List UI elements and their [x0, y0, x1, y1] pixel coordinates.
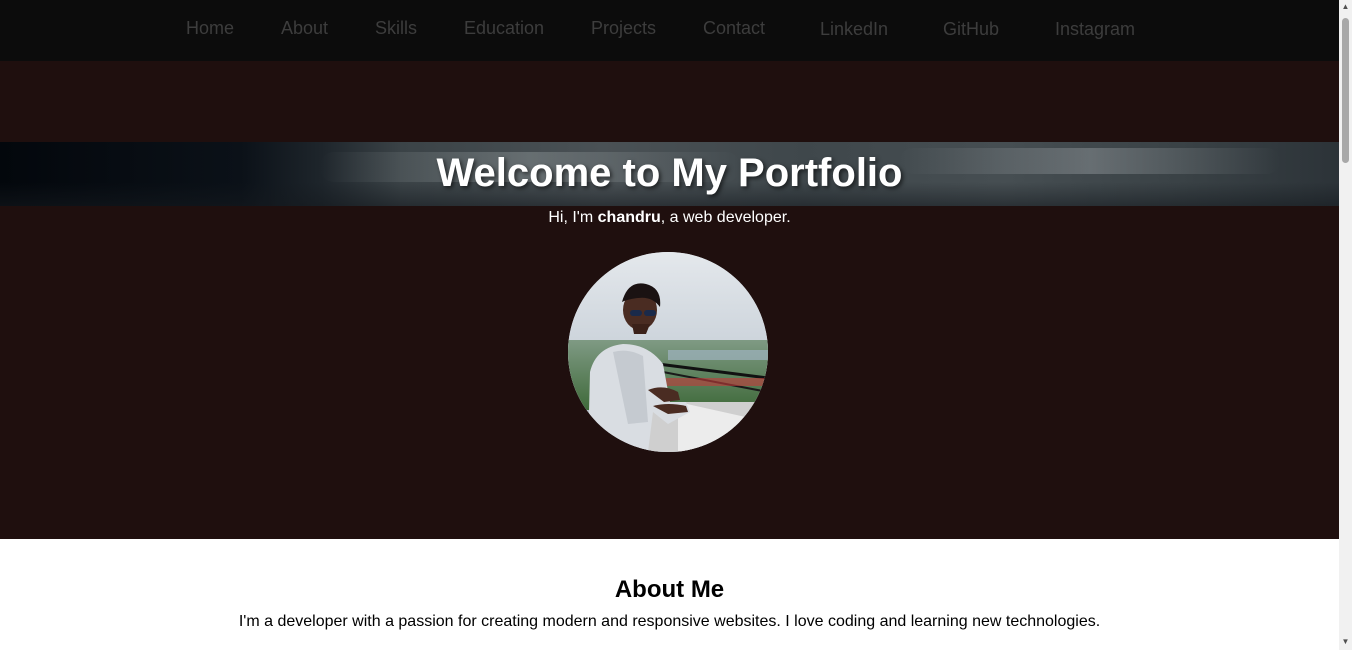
greeting-suffix: , a web developer.: [660, 209, 791, 226]
nav-link-home[interactable]: Home: [186, 18, 234, 39]
greeting-prefix: Hi, I'm: [548, 209, 598, 226]
hero-section: Welcome to My Portfolio Hi, I'm chandru,…: [0, 61, 1339, 539]
scrollbar-thumb[interactable]: [1342, 18, 1349, 163]
profile-avatar: [568, 252, 768, 452]
nav-link-skills[interactable]: Skills: [375, 18, 417, 39]
triangle-up-icon[interactable]: ▲: [1339, 0, 1352, 13]
nav-link-projects[interactable]: Projects: [591, 18, 656, 39]
nav-link-education[interactable]: Education: [464, 18, 544, 39]
hero-greeting: Hi, I'm chandru, a web developer.: [0, 209, 1339, 227]
vertical-scrollbar[interactable]: ▲ ▼: [1339, 0, 1352, 650]
page-content: Home About Skills Education Projects Con…: [0, 0, 1339, 650]
nav-link-github[interactable]: GitHub: [943, 19, 999, 40]
nav-link-about[interactable]: About: [281, 18, 328, 39]
nav-link-contact[interactable]: Contact: [703, 18, 765, 39]
page: Home About Skills Education Projects Con…: [0, 0, 1352, 650]
nav-link-instagram[interactable]: Instagram: [1055, 19, 1135, 40]
top-navigation: Home About Skills Education Projects Con…: [0, 0, 1339, 61]
nav-link-linkedin[interactable]: LinkedIn: [820, 19, 888, 40]
developer-name: chandru: [597, 209, 661, 226]
triangle-down-icon[interactable]: ▼: [1339, 635, 1352, 648]
profile-photo: [568, 252, 768, 452]
about-text: I'm a developer with a passion for creat…: [238, 613, 1101, 630]
about-heading: About Me: [614, 576, 725, 603]
about-section: About Me I'm a developer with a passion …: [0, 539, 1339, 650]
hero-title: Welcome to My Portfolio: [436, 151, 903, 195]
